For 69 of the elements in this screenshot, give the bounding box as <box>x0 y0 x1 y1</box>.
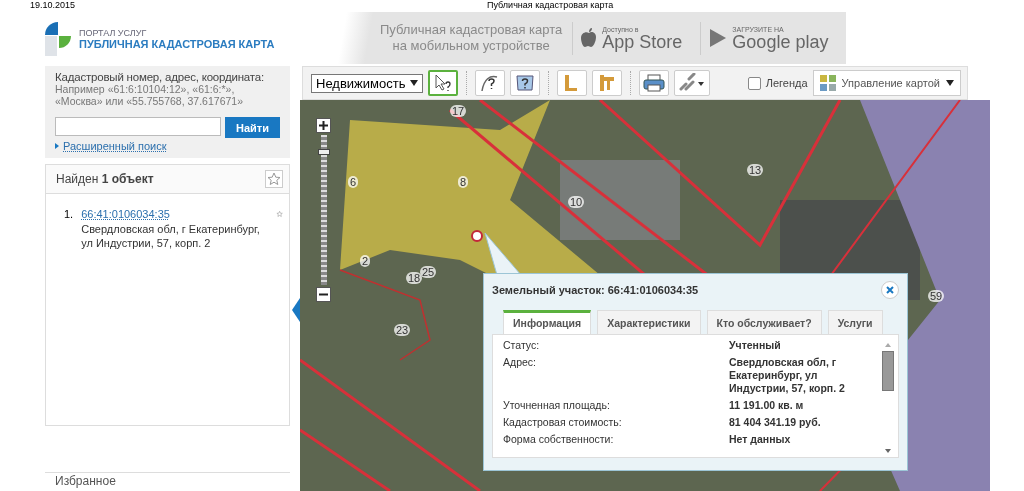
field-label: Форма собственности: <box>503 433 615 446</box>
grid-icon <box>819 75 836 91</box>
popup-tab[interactable]: Услуги <box>827 310 883 334</box>
favorites-title: Избранное <box>55 474 116 489</box>
field-label: Адрес: <box>503 356 537 370</box>
popup-title: Земельный участок: 66:41:0106034:35 <box>492 284 699 296</box>
site-title: ПУБЛИЧНАЯ КАДАСТРОВАЯ КАРТА <box>79 38 275 50</box>
item-number: 1. <box>64 208 74 222</box>
parcel-number: 18 <box>406 272 423 284</box>
popup-tab[interactable]: Информация <box>503 310 592 334</box>
tool-button[interactable] <box>639 70 670 96</box>
play-icon <box>709 28 728 48</box>
star-icon[interactable] <box>265 170 283 188</box>
area-question-icon <box>515 73 536 93</box>
print-date: 19.10.2015 <box>30 0 76 12</box>
parcel-number: 23 <box>394 324 411 336</box>
popup-tab[interactable]: Характеристики <box>597 310 701 334</box>
parcel-number: 17 <box>450 105 467 117</box>
advanced-search-link[interactable]: Расширенный поиск <box>63 140 167 152</box>
parcel-number: 10 <box>568 196 585 208</box>
field-value: Учтенный <box>729 339 782 352</box>
popup-tab[interactable]: Кто обслуживает? <box>706 310 822 334</box>
tool-button[interactable] <box>475 70 506 96</box>
zoom-in-button[interactable] <box>316 118 331 133</box>
parcel-number: 25 <box>420 266 437 278</box>
results-count: Найден 1 объект <box>56 172 154 186</box>
field-label: Кадастровая стоимость: <box>503 416 623 429</box>
parcel-number: 2 <box>360 255 371 267</box>
dropdown-arrow-icon <box>946 80 954 86</box>
print-title: Публичная кадастровая карта <box>487 0 614 12</box>
cadastral-number-link[interactable]: 66:41:0106034:35 <box>81 208 268 220</box>
expand-arrow-icon <box>55 143 59 149</box>
search-label: Кадастровый номер, адрес, координата: <box>55 71 265 83</box>
tool-button[interactable] <box>674 70 711 96</box>
search-hint: «Москва» или «55.755768, 37.617671» <box>55 95 244 107</box>
map-control-button[interactable]: Управление картой <box>812 70 961 96</box>
field-value: 81 404 341.19 руб. <box>729 416 822 429</box>
search-hint: Например «61:6:10104:12», «61:6:*», <box>55 83 236 95</box>
dropdown-arrow-icon <box>410 80 419 86</box>
find-button[interactable]: Найти <box>225 117 280 138</box>
portal-caption: ПОРТАЛ УСЛУГ <box>79 28 148 38</box>
banner-text: на мобильном устройстве <box>392 38 550 54</box>
field-value: Свердловская обл, г Екатеринбург, ул Индустрии, 57, корп. 2 <box>729 356 846 395</box>
field-label: Уточненная площадь: <box>503 399 611 412</box>
search-field[interactable] <box>55 117 221 136</box>
field-value: Нет данных <box>729 433 792 446</box>
legend-label: Легенда <box>765 77 808 89</box>
field-label: Статус: <box>503 339 541 352</box>
layer-dropdown[interactable]: Недвижимость <box>311 73 424 93</box>
field-value: 11 191.00 кв. м <box>729 399 805 412</box>
tool-button[interactable] <box>428 70 459 96</box>
item-address: Свердловская обл, г Екатеринбург, ул Индустрии, 57, корп. 2 <box>81 222 261 250</box>
parcel-number: 8 <box>458 176 469 188</box>
parcel-number: 13 <box>747 164 764 176</box>
zoom-out-button[interactable] <box>316 287 331 302</box>
cursor-question-icon <box>433 73 454 93</box>
chain-link-icon <box>678 73 707 93</box>
zoom-handle[interactable] <box>317 149 330 156</box>
parcel-number: 6 <box>348 176 359 188</box>
store-name: Google play <box>732 32 829 51</box>
close-button[interactable] <box>881 281 899 299</box>
logo-icon <box>45 22 71 56</box>
tool-button[interactable] <box>510 70 541 96</box>
parcel-number: 59 <box>928 290 945 302</box>
apple-icon <box>581 28 598 48</box>
star-icon[interactable] <box>275 208 283 220</box>
printer-icon <box>643 73 666 93</box>
legend-checkbox[interactable] <box>747 76 761 90</box>
banner-text: Публичная кадастровая карта <box>380 22 563 38</box>
